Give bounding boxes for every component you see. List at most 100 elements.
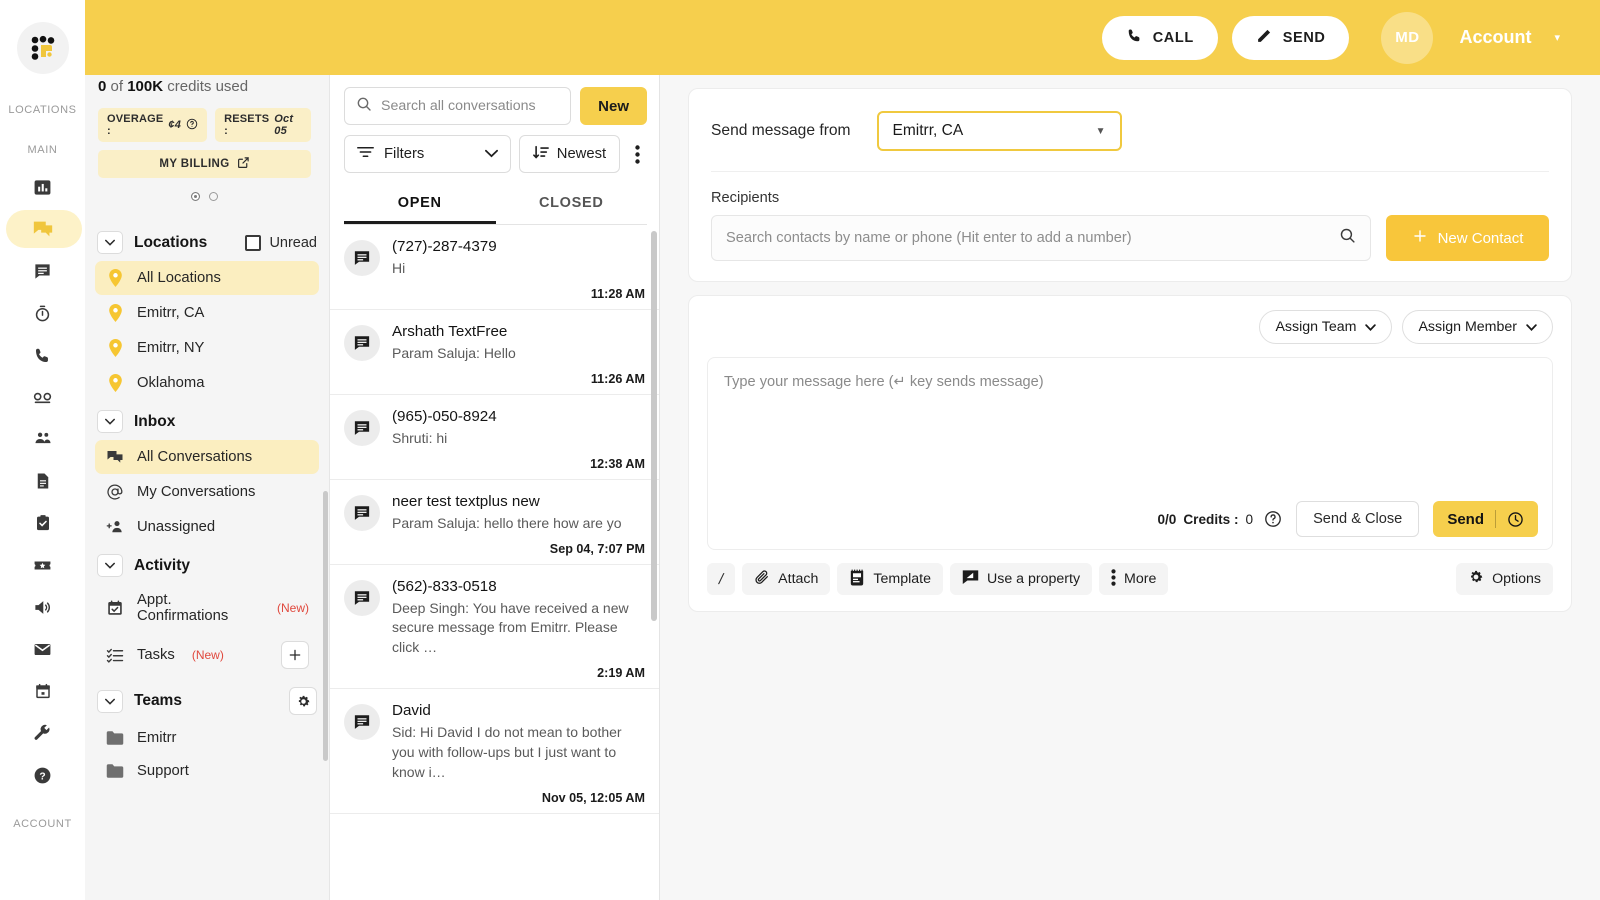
nav-scrollbar[interactable] (323, 491, 328, 761)
more-button[interactable]: More (1099, 563, 1168, 595)
call-button[interactable]: CALL (1102, 16, 1218, 60)
add-task-button[interactable] (281, 641, 309, 669)
message-textarea[interactable]: Type your message here (↵ key sends mess… (707, 357, 1553, 550)
sidebar-item-emitrr-ca[interactable]: Emitrr, CA (95, 296, 319, 330)
recipients-search-box[interactable] (711, 215, 1371, 261)
sidebar-item-emitrr-ny[interactable]: Emitrr, NY (95, 331, 319, 365)
filter-icon (357, 145, 374, 163)
more-label: More (1124, 571, 1156, 587)
send-message-button[interactable]: Send (1433, 501, 1538, 537)
sidebar-item-emitrr-team[interactable]: Emitrr (95, 722, 319, 754)
assign-team-dropdown[interactable]: Assign Team (1259, 310, 1392, 344)
slash-command-button[interactable]: / (707, 563, 735, 595)
more-vertical-icon[interactable] (628, 145, 647, 164)
conversation-row[interactable]: Arshath TextFree Param Saluja: Hello 11:… (330, 310, 659, 395)
rail-item-message[interactable] (0, 250, 85, 292)
carousel-dot-1[interactable] (191, 192, 200, 201)
credits-value: 0 (1246, 512, 1254, 527)
recipients-input[interactable] (726, 230, 1339, 246)
new-conversation-button[interactable]: New (580, 87, 647, 125)
avatar[interactable]: MD (1381, 12, 1433, 64)
send-from-select[interactable]: Emitrr, CA ▼ (877, 111, 1122, 151)
sidebar-item-label: Unassigned (137, 519, 215, 535)
help-circle-icon[interactable] (1264, 510, 1282, 528)
nav-group-title: Teams (134, 692, 182, 710)
chats-icon (105, 448, 125, 466)
unread-checkbox[interactable] (245, 235, 261, 251)
resets-value: Oct 05 (274, 113, 302, 137)
slash-icon: / (717, 571, 725, 588)
chevron-down-icon[interactable] (97, 554, 123, 577)
assign-member-dropdown[interactable]: Assign Member (1402, 310, 1553, 344)
help-circle-icon[interactable] (186, 118, 198, 133)
sidebar-item-support-team[interactable]: Support (95, 755, 319, 787)
sidebar-item-unassigned[interactable]: Unassigned (95, 510, 319, 544)
sidebar-item-all-locations[interactable]: All Locations (95, 261, 319, 295)
rail-item-ticket-star[interactable] (0, 544, 85, 586)
rail-item-phone[interactable] (0, 334, 85, 376)
overage-chip[interactable]: OVERAGE : ¢4 (98, 108, 207, 142)
conversation-name: (727)-287-4379 (392, 238, 645, 255)
rail-item-calendar[interactable] (0, 670, 85, 712)
search-conversations-box[interactable] (344, 87, 571, 125)
search-icon[interactable] (1339, 227, 1356, 249)
rail-item-voicemail[interactable] (0, 376, 85, 418)
search-input[interactable] (381, 98, 559, 114)
new-contact-button[interactable]: New Contact (1386, 215, 1549, 261)
chevron-down-icon[interactable]: ▾ (1554, 31, 1560, 44)
rail-item-wrench[interactable] (0, 712, 85, 754)
rail-item-mail[interactable] (0, 628, 85, 670)
conversation-scrollbar[interactable] (651, 231, 657, 621)
chevron-down-icon[interactable] (97, 231, 123, 254)
sidebar-item-my-conversations[interactable]: My Conversations (95, 475, 319, 509)
gear-icon[interactable] (289, 687, 317, 715)
conversation-row[interactable]: neer test textplus new Param Saluja: hel… (330, 480, 659, 565)
options-button[interactable]: Options (1456, 563, 1553, 595)
unread-filter[interactable]: Unread (245, 235, 317, 251)
nav-list: Locations Unread All Locations Emitrr, C… (85, 213, 329, 900)
clock-icon[interactable] (1507, 511, 1524, 528)
conversation-row[interactable]: (727)-287-4379 Hi 11:28 AM (330, 225, 659, 310)
conversation-row[interactable]: (965)-050-8924 Shruti: hi 12:38 AM (330, 395, 659, 480)
chevron-down-icon[interactable] (97, 690, 123, 713)
credits-meta: 0/0 Credits : 0 (1157, 510, 1282, 528)
pin-icon (105, 269, 125, 287)
rail-item-help[interactable]: ? (0, 754, 85, 796)
send-label: Send (1447, 511, 1484, 528)
carousel-dot-2[interactable] (209, 192, 218, 201)
tab-closed[interactable]: CLOSED (496, 184, 648, 224)
app-logo[interactable] (17, 22, 69, 74)
filters-dropdown[interactable]: Filters (344, 135, 511, 173)
account-menu-label[interactable]: Account (1459, 27, 1531, 48)
tab-open[interactable]: OPEN (344, 184, 496, 224)
sort-dropdown[interactable]: Newest (519, 135, 620, 173)
chevron-down-icon[interactable] (97, 410, 123, 433)
send-button[interactable]: SEND (1232, 16, 1350, 60)
message-avatar-icon (344, 325, 380, 361)
rail-item-analytics[interactable] (0, 166, 85, 208)
rail-item-megaphone[interactable] (0, 586, 85, 628)
conversation-time: Nov 05, 12:05 AM (392, 791, 645, 805)
sidebar-item-appt-confirmations[interactable]: Appt. Confirmations (New) (95, 584, 319, 632)
rail-item-document[interactable] (0, 460, 85, 502)
conversation-row[interactable]: David Sid: Hi David I do not mean to bot… (330, 689, 659, 814)
rail-item-conversations[interactable] (0, 208, 85, 250)
use-property-button[interactable]: Use a property (950, 563, 1092, 595)
sidebar-item-tasks[interactable]: Tasks (New) (95, 633, 319, 677)
rail-item-timer[interactable] (0, 292, 85, 334)
sidebar-item-oklahoma[interactable]: Oklahoma (95, 366, 319, 400)
my-billing-button[interactable]: MY BILLING (98, 150, 311, 178)
conversation-row[interactable]: (562)-833-0518 Deep Singh: You have rece… (330, 565, 659, 690)
attach-button[interactable]: Attach (742, 563, 830, 595)
rail-item-clipboard-check[interactable] (0, 502, 85, 544)
template-button[interactable]: Template (837, 563, 943, 595)
send-and-close-button[interactable]: Send & Close (1296, 501, 1419, 537)
conversation-items[interactable]: (727)-287-4379 Hi 11:28 AM Arshath TextF… (330, 225, 659, 900)
sidebar-item-label: Support (137, 763, 189, 779)
rail-item-contacts[interactable] (0, 418, 85, 460)
credits-used-count: 0 (98, 78, 106, 95)
sidebar-item-all-conversations[interactable]: All Conversations (95, 440, 319, 474)
credits-carousel-dots[interactable] (98, 192, 311, 207)
chevron-down-icon: ▼ (1096, 126, 1106, 137)
conversation-preview: Deep Singh: You have received a new secu… (392, 599, 645, 659)
